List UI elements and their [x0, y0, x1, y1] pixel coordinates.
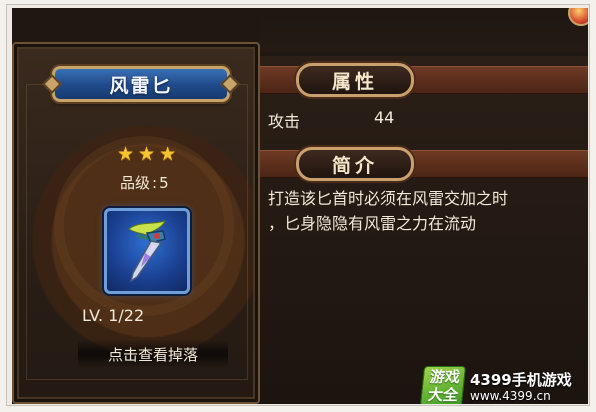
watermark-badge: 游戏 大全	[419, 366, 467, 404]
item-name: 风雷匕	[109, 74, 173, 97]
window-top-edge	[260, 8, 588, 52]
attribute-value: 44	[374, 108, 395, 127]
description-line: 打造该匕首时必须在风雷交加之时	[268, 189, 509, 208]
watermark-url: www.4399.cn	[470, 389, 551, 403]
grade-separator: :	[152, 174, 158, 192]
item-description: 打造该匕首时必须在风雷交加之时 ，匕身隐隐有风雷之力在流动	[268, 186, 588, 236]
description-line: ，匕身隐隐有风雷之力在流动	[268, 214, 477, 233]
item-card: 风雷匕 ★ ★ ★ 品级:5 LV. 1/22 点击查看掉落	[12, 42, 260, 404]
view-drop-button[interactable]: 点击查看掉落	[78, 340, 228, 368]
item-grade: 品级:5	[120, 172, 200, 192]
watermark-badge-line: 大全	[427, 386, 459, 404]
intro-section-title: 简介	[296, 147, 414, 181]
watermark-title: 4399手机游戏	[470, 371, 572, 389]
attribute-row: 攻击 44	[268, 108, 568, 131]
item-detail-window: 风雷匕 ★ ★ ★ 品级:5 LV. 1/22 点击查看掉落 属性 攻击 44 …	[12, 8, 588, 404]
grade-label: 品级	[120, 174, 151, 192]
item-level: LV. 1/22	[82, 306, 145, 325]
site-watermark: 游戏 大全 4399手机游戏 www.4399.cn	[419, 366, 588, 404]
star-icon: ★	[117, 143, 135, 165]
item-detail-panel: 属性 攻击 44 简介 打造该匕首时必须在风雷交加之时 ，匕身隐隐有风雷之力在流…	[260, 56, 588, 404]
dagger-icon	[128, 220, 166, 283]
attributes-section-title: 属性	[296, 63, 414, 97]
star-rating: ★ ★ ★	[117, 144, 187, 164]
watermark-badge-line: 游戏	[428, 368, 461, 386]
grade-value: 5	[159, 174, 169, 192]
item-icon-slot[interactable]	[104, 208, 190, 294]
item-name-plate: 风雷匕	[42, 66, 240, 102]
star-icon: ★	[138, 143, 156, 165]
attribute-label: 攻击	[268, 112, 301, 131]
star-icon: ★	[159, 143, 177, 165]
